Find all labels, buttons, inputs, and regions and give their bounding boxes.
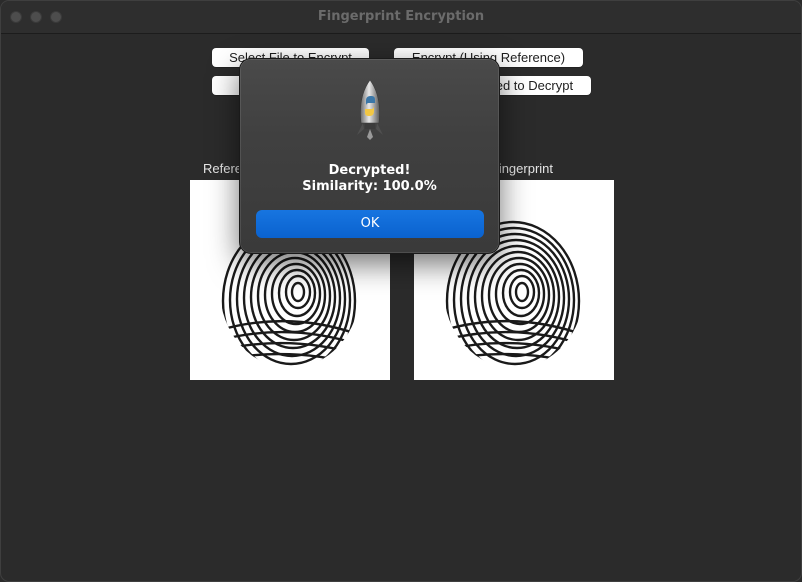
app-window: Fingerprint Encryption Select File to En… bbox=[0, 0, 802, 582]
title-bar: Fingerprint Encryption bbox=[1, 1, 801, 34]
dialog-message-title: Decrypted! bbox=[328, 163, 411, 178]
dialog-message-similarity: Similarity: 100.0% bbox=[302, 179, 437, 194]
window-title: Fingerprint Encryption bbox=[317, 9, 485, 24]
python-rocket-icon bbox=[354, 79, 386, 141]
ok-button[interactable]: OK bbox=[256, 210, 484, 238]
decryption-result-dialog: Decrypted! Similarity: 100.0% OK bbox=[239, 58, 500, 254]
